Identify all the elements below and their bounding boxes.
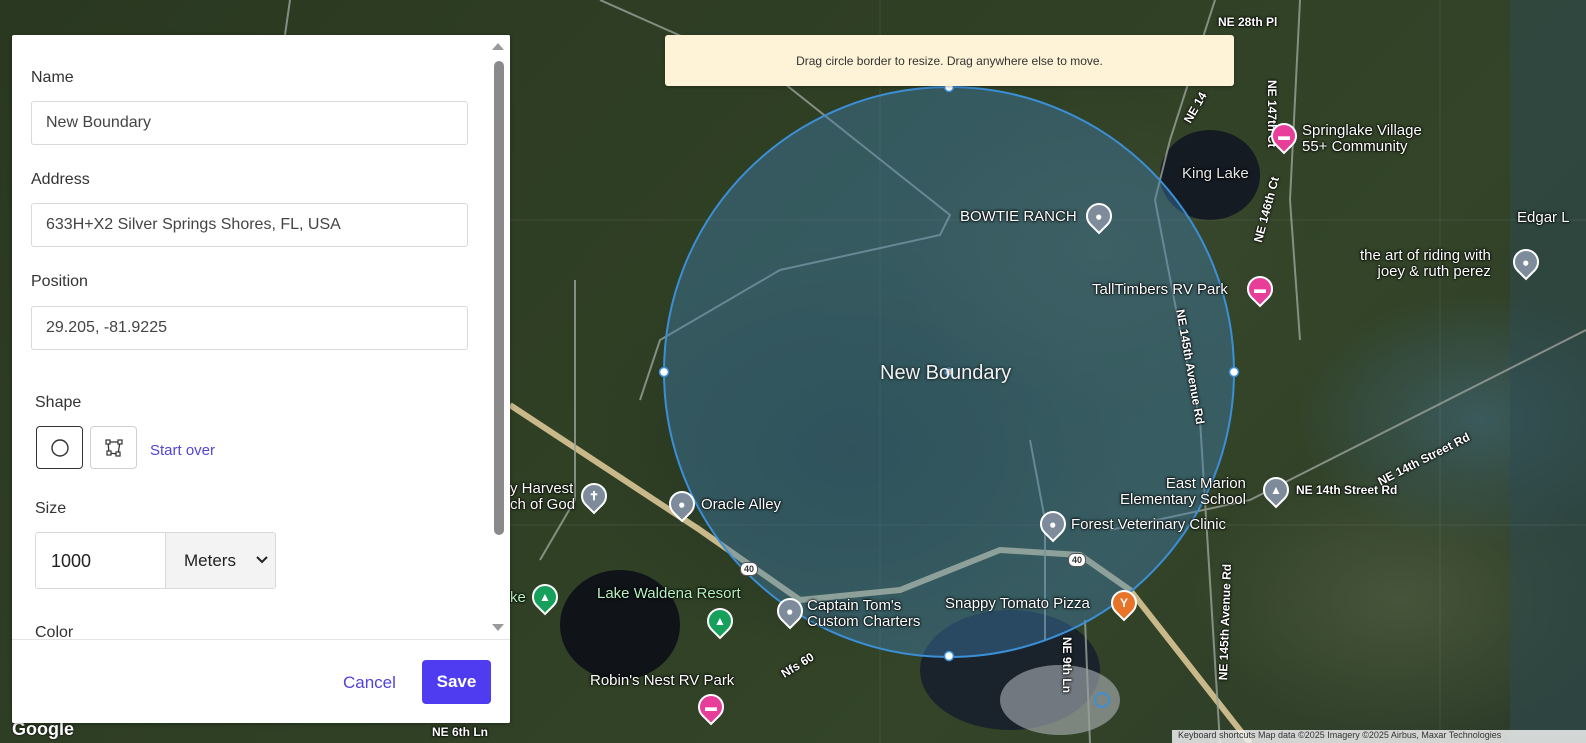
place-east-marion-school[interactable]: East Marion Elementary School [1120,476,1246,508]
shape-polygon-button[interactable] [90,426,137,469]
place-bowtie-ranch[interactable]: BOWTIE RANCH [960,209,1077,225]
address-label: Address [31,171,90,188]
resize-handle-right[interactable] [1228,366,1240,378]
resize-handle-bottom[interactable] [943,650,955,662]
color-label: Color [35,624,74,639]
scroll-up-arrow-icon[interactable] [490,40,506,52]
address-input[interactable]: 633H+X2 Silver Springs Shores, FL, USA [31,203,468,247]
boundary-edit-panel: Name New Boundary Address 633H+X2 Silver… [12,35,510,723]
instruction-text: Drag circle border to resize. Drag anywh… [796,53,1103,68]
route-shield-40-east: 40 [1068,553,1086,567]
save-button[interactable]: Save [422,660,491,704]
size-unit-select[interactable]: Meters [166,533,275,588]
place-talltimbers-rv-park[interactable]: TallTimbers RV Park [1092,282,1228,298]
place-robins-nest[interactable]: Robin's Nest RV Park [590,673,734,689]
size-label: Size [35,500,67,517]
cancel-button[interactable]: Cancel [343,673,396,693]
panel-scroll-area[interactable]: Name New Boundary Address 633H+X2 Silver… [12,35,492,639]
route-shield-40-west: 40 [740,562,758,576]
shape-label: Shape [35,394,82,411]
place-oracle-alley[interactable]: Oracle Alley [701,497,781,513]
size-control: 1000 Meters [35,532,276,589]
panel-footer: Cancel Save [12,639,510,723]
shape-circle-button[interactable] [36,426,83,469]
place-captain-toms[interactable]: Captain Tom's Custom Charters [807,598,920,630]
place-king-lake: King Lake [1182,165,1249,182]
name-label: Name [31,69,74,86]
east-water [1510,0,1586,743]
map-attribution[interactable]: Keyboard shortcuts Map data ©2025 Imager… [1172,730,1586,743]
place-edgar[interactable]: Edgar L [1517,210,1570,226]
position-label: Position [31,273,88,290]
size-unit-value: Meters [184,550,236,570]
instruction-banner: Drag circle border to resize. Drag anywh… [665,35,1234,86]
start-over-link[interactable]: Start over [150,442,215,459]
place-art-of-riding[interactable]: the art of riding with joey & ruth perez [1360,248,1491,280]
place-ke[interactable]: ke [510,590,526,606]
circle-shape-icon [50,438,69,457]
place-springlake-village[interactable]: Springlake Village 55+ Community [1302,123,1422,155]
road-label-ne6: NE 6th Ln [432,725,488,739]
place-snappy-tomato[interactable]: Snappy Tomato Pizza [945,596,1090,612]
scrollbar-thumb[interactable] [494,61,504,535]
scroll-down-arrow-icon[interactable] [490,622,506,634]
place-forest-veterinary[interactable]: Forest Veterinary Clinic [1071,517,1226,533]
name-input[interactable]: New Boundary [31,101,468,145]
road-label-ne28: NE 28th Pl [1218,15,1278,29]
position-input[interactable]: 29.205, -81.9225 [31,306,468,350]
resize-handle-left[interactable] [658,366,670,378]
road-label-ne9: NE 9th Ln [1060,637,1074,693]
chevron-down-icon [256,556,268,564]
size-input[interactable]: 1000 [36,533,166,588]
polygon-shape-icon [104,438,123,457]
boundary-name-label: New Boundary [880,362,1012,384]
place-harvest-church[interactable]: y Harvest ch of God [510,481,575,513]
place-lake-waldena-resort[interactable]: Lake Waldena Resort [597,586,741,602]
